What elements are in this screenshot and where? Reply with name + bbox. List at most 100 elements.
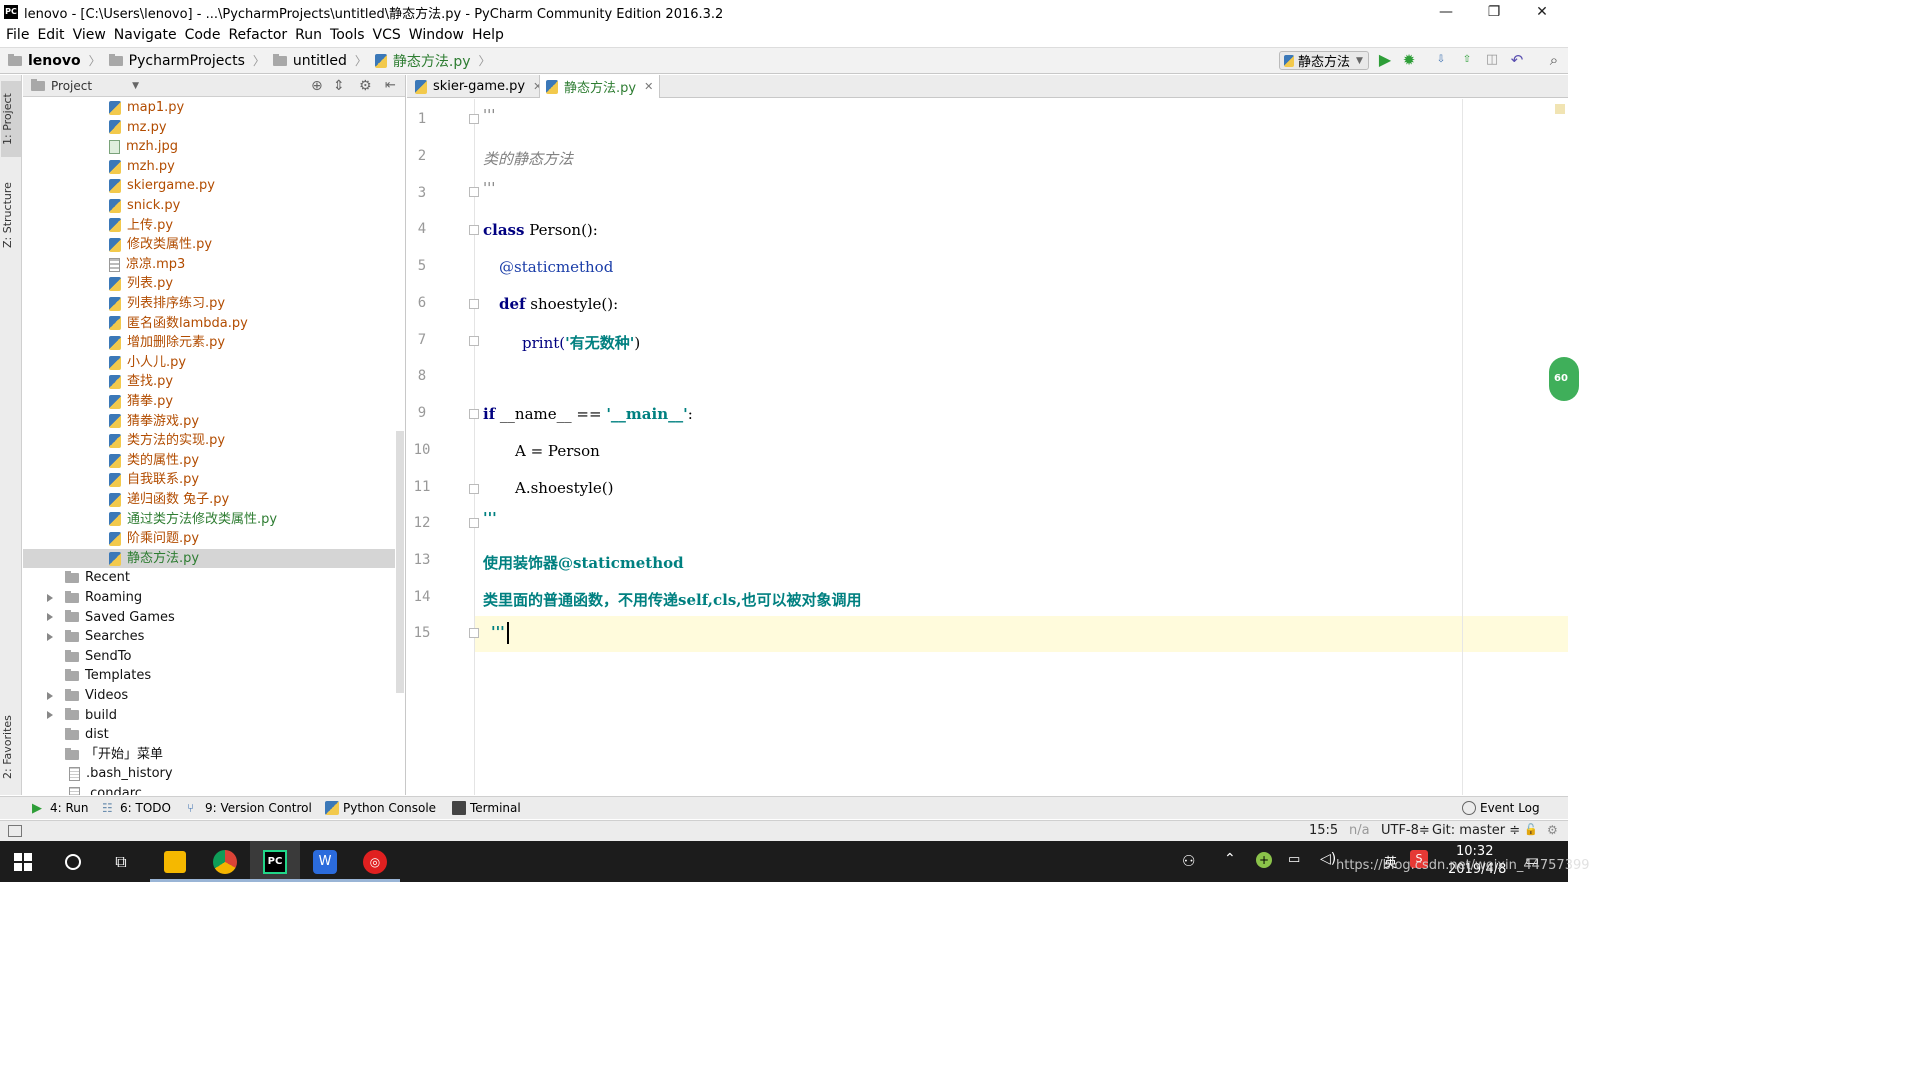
tree-item[interactable]: Videos — [23, 686, 395, 706]
fold-marker-icon[interactable] — [469, 187, 479, 197]
tree-item[interactable]: 小人儿.py — [23, 353, 395, 373]
tree-item[interactable]: mzh.jpg — [23, 137, 395, 157]
tree-item[interactable]: 静态方法.py — [23, 548, 395, 569]
tree-item[interactable]: 类的属性.py — [23, 451, 395, 471]
tree-item[interactable]: Searches — [23, 627, 395, 647]
file-encoding[interactable]: UTF-8≑ — [1381, 823, 1430, 838]
tool-windows-toggle-icon[interactable] — [8, 825, 22, 837]
tree-item[interactable]: Roaming — [23, 588, 395, 608]
tree-item[interactable]: 增加删除元素.py — [23, 333, 395, 353]
search-icon[interactable] — [56, 845, 90, 879]
taskbar-app-chrome[interactable] — [200, 841, 250, 882]
fold-marker-icon[interactable] — [469, 114, 479, 124]
fold-marker-icon[interactable] — [469, 336, 479, 346]
menu-run[interactable]: Run — [291, 27, 326, 43]
terminal-tool-button[interactable]: Terminal — [452, 801, 521, 815]
task-view-icon[interactable]: ⧉ — [104, 845, 138, 879]
menu-code[interactable]: Code — [181, 27, 225, 43]
code-editor[interactable]: 1 2 3 4 5 6 7 8 9 10 11 12 13 14 15 ''' 类的静态方法 ''' cla… — [407, 99, 1579, 795]
tree-item[interactable]: 匿名函数lambda.py — [23, 314, 395, 334]
tree-item[interactable]: skiergame.py — [23, 176, 395, 196]
caret-position[interactable]: 15:5 — [1309, 823, 1338, 838]
tree-item[interactable]: mzh.py — [23, 157, 395, 177]
collapse-all-icon[interactable]: ⇕ — [333, 78, 345, 94]
fold-marker-icon[interactable] — [469, 299, 479, 309]
tree-item[interactable]: SendTo — [23, 647, 395, 667]
tree-item[interactable]: 递归函数 兔子.py — [23, 490, 395, 510]
favorites-tool-tab[interactable]: 2: Favorites — [1, 707, 21, 787]
breadcrumb-untitled[interactable]: untitled 〉 — [272, 52, 367, 69]
windows-start-icon[interactable] — [6, 845, 40, 879]
expand-arrow-icon[interactable] — [47, 691, 53, 700]
python-console-tool-button[interactable]: Python Console — [325, 801, 436, 815]
taskbar-app-wps[interactable]: W — [300, 841, 350, 882]
expand-arrow-icon[interactable] — [47, 711, 53, 720]
tree-item[interactable]: map1.py — [23, 98, 395, 118]
fold-marker-icon[interactable] — [469, 518, 479, 528]
vcs-update-icon[interactable]: ⇩ — [1431, 50, 1451, 70]
tree-item[interactable]: 列表.py — [23, 274, 395, 294]
run-icon[interactable]: ▶ — [1375, 50, 1395, 70]
version-control-tool-button[interactable]: ⑂ 9: Version Control — [187, 801, 312, 815]
gear-icon[interactable]: ⚙ — [359, 78, 372, 94]
expand-arrow-icon[interactable] — [47, 593, 53, 602]
project-view-select[interactable]: Project — [51, 79, 92, 93]
tab-skier-game[interactable]: skier-game.py ✕ — [409, 75, 548, 98]
tree-item[interactable]: 上传.py — [23, 216, 395, 236]
event-log-tool-button[interactable]: Event Log — [1462, 801, 1540, 815]
tree-item[interactable]: Saved Games — [23, 608, 395, 628]
compare-icon[interactable]: ◫ — [1482, 50, 1502, 70]
chevron-down-icon[interactable]: ▼ — [132, 81, 139, 91]
lock-icon[interactable]: 🔓 — [1524, 823, 1538, 836]
volume-icon[interactable]: ◁) — [1320, 851, 1336, 867]
battery-icon[interactable]: ▭ — [1288, 852, 1300, 867]
tree-item[interactable]: mz.py — [23, 118, 395, 138]
menu-file[interactable]: File — [2, 27, 33, 43]
tree-item[interactable]: 凉凉.mp3 — [23, 255, 395, 275]
tree-item[interactable]: Templates — [23, 666, 395, 686]
git-branch[interactable]: Git: master ≑ — [1432, 823, 1520, 838]
tree-item[interactable]: .bash_history — [23, 764, 395, 784]
locate-icon[interactable]: ⊕ — [311, 78, 323, 94]
analysis-status-icon[interactable] — [1555, 104, 1565, 114]
tree-item[interactable]: dist — [23, 725, 395, 745]
people-icon[interactable]: ⚇ — [1182, 852, 1195, 870]
tree-item[interactable]: Recent — [23, 568, 395, 588]
fold-marker-icon[interactable] — [469, 484, 479, 494]
tab-static-method[interactable]: 静态方法.py ✕ — [539, 75, 661, 98]
close-window-button[interactable]: ✕ — [1518, 0, 1566, 24]
line-number-gutter[interactable]: 1 2 3 4 5 6 7 8 9 10 11 12 13 14 15 — [407, 99, 479, 795]
menu-vcs[interactable]: VCS — [369, 27, 405, 43]
search-everywhere-icon[interactable]: ⌕ — [1544, 50, 1564, 70]
minimize-button[interactable]: — — [1422, 0, 1470, 24]
tree-item[interactable]: 类方法的实现.py — [23, 431, 395, 451]
taskbar-app-notes[interactable] — [150, 841, 200, 882]
structure-tool-tab[interactable]: Z: Structure — [1, 175, 21, 255]
menu-edit[interactable]: Edit — [33, 27, 68, 43]
tree-item[interactable]: 列表排序练习.py — [23, 294, 395, 314]
security-icon[interactable]: + — [1256, 852, 1272, 868]
menu-view[interactable]: View — [69, 27, 110, 43]
taskbar-app-pycharm[interactable]: PC — [250, 841, 300, 882]
todo-tool-button[interactable]: ☷ 6: TODO — [102, 801, 171, 815]
close-tab-icon[interactable]: ✕ — [644, 80, 653, 93]
tree-item[interactable]: build — [23, 706, 395, 726]
hector-icon[interactable]: ⚙ — [1547, 823, 1558, 837]
project-scrollbar[interactable] — [396, 431, 404, 693]
menu-refactor[interactable]: Refactor — [224, 27, 291, 43]
hide-panel-icon[interactable]: ⇤ — [385, 78, 396, 93]
fold-marker-icon[interactable] — [469, 628, 479, 638]
fold-marker-icon[interactable] — [469, 225, 479, 235]
breadcrumb-pycharmprojects[interactable]: PycharmProjects 〉 — [108, 52, 265, 69]
menu-navigate[interactable]: Navigate — [110, 27, 181, 43]
menu-tools[interactable]: Tools — [326, 27, 369, 43]
tree-item[interactable]: 自我联系.py — [23, 470, 395, 490]
debug-icon[interactable]: ✹ — [1399, 50, 1419, 70]
progress-widget[interactable]: 60 — [1549, 357, 1579, 401]
tree-item[interactable]: snick.py — [23, 196, 395, 216]
tree-item[interactable]: 猜拳游戏.py — [23, 412, 395, 432]
project-tool-tab[interactable]: 1: Project — [1, 81, 21, 157]
clock-time[interactable]: 10:32 — [1456, 844, 1493, 859]
tree-item[interactable]: 猜拳.py — [23, 392, 395, 412]
taskbar-app-music[interactable]: ◎ — [350, 841, 400, 882]
